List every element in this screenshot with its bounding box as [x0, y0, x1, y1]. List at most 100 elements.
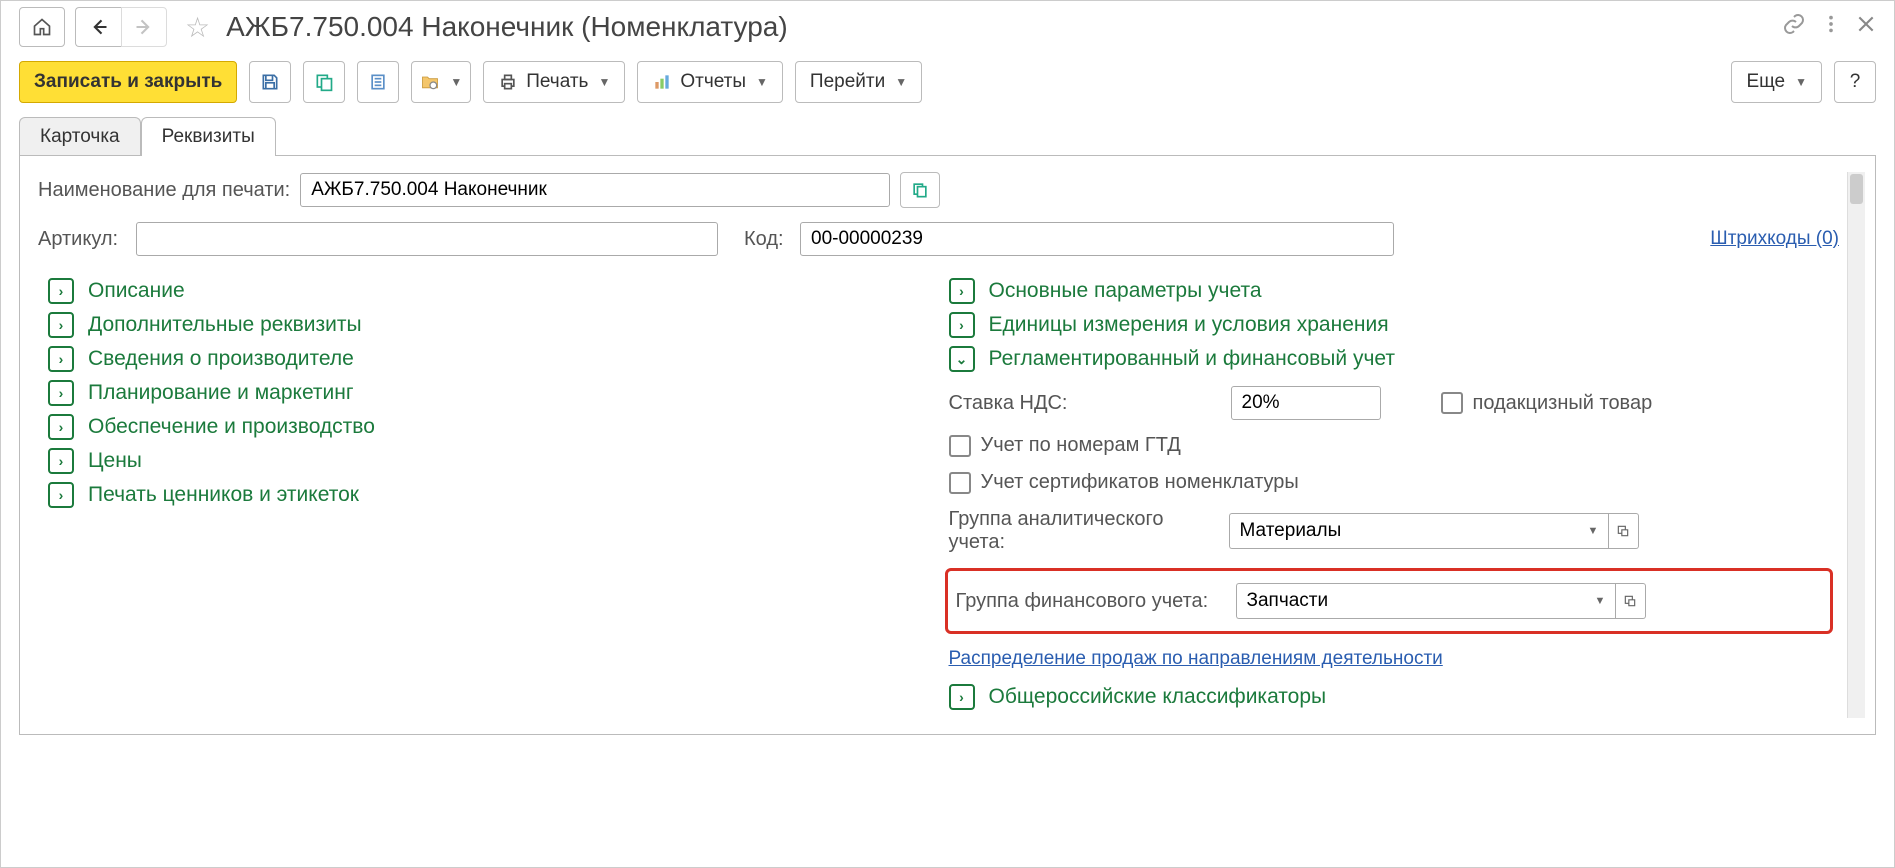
expand-icon[interactable]: › — [949, 278, 975, 304]
anal-group-input[interactable] — [1229, 513, 1579, 549]
section-description[interactable]: › Описание — [48, 278, 929, 304]
caret-down-icon: ▼ — [1795, 75, 1807, 89]
sales-dist-link[interactable]: Распределение продаж по направлениям дея… — [949, 648, 1443, 670]
save-button[interactable] — [249, 61, 291, 103]
anal-group-row: Группа аналитического учета: ▼ — [949, 508, 1830, 554]
arrow-right-icon — [134, 17, 154, 37]
home-button[interactable] — [19, 7, 65, 47]
print-label: Печать — [526, 71, 588, 93]
section-extra-props[interactable]: › Дополнительные реквизиты — [48, 312, 929, 338]
section-price-tags[interactable]: › Печать ценников и этикеток — [48, 482, 929, 508]
section-units[interactable]: › Единицы измерения и условия хранения — [949, 312, 1830, 338]
anal-group-select: ▼ — [1229, 513, 1639, 549]
print-button[interactable]: Печать ▼ — [483, 61, 625, 103]
menu-dots-icon[interactable] — [1820, 13, 1842, 42]
section-planning[interactable]: › Планирование и маркетинг — [48, 380, 929, 406]
fin-group-input[interactable] — [1236, 583, 1586, 619]
article-code-row: Артикул: Код: Штрихкоды (0) — [38, 222, 1839, 256]
caret-down-icon: ▼ — [450, 75, 462, 89]
expand-icon[interactable]: › — [48, 346, 74, 372]
section-label: Основные параметры учета — [989, 279, 1262, 303]
open-button[interactable] — [1616, 583, 1646, 619]
section-label: Общероссийские классификаторы — [989, 685, 1327, 709]
collapse-icon[interactable]: ⌄ — [949, 346, 975, 372]
print-name-input[interactable] — [300, 173, 890, 207]
article-input[interactable] — [136, 222, 718, 256]
back-button[interactable] — [75, 7, 121, 47]
barcodes-link[interactable]: Штрихкоды (0) — [1710, 228, 1839, 250]
save-close-button[interactable]: Записать и закрыть — [19, 61, 237, 103]
close-icon[interactable] — [1856, 13, 1876, 41]
cert-row: Учет сертификатов номенклатуры — [949, 471, 1830, 494]
open-button[interactable] — [1609, 513, 1639, 549]
section-label: Обеспечение и производство — [88, 415, 375, 439]
caret-down-icon: ▼ — [598, 75, 610, 89]
home-icon — [32, 17, 52, 37]
reports-button[interactable]: Отчеты ▼ — [637, 61, 783, 103]
copy-button[interactable] — [303, 61, 345, 103]
tab-props[interactable]: Реквизиты — [141, 117, 276, 156]
dropdown-button[interactable]: ▼ — [1579, 513, 1609, 549]
caret-down-icon: ▼ — [756, 75, 768, 89]
floppy-icon — [260, 72, 280, 92]
dropdown-button[interactable]: ▼ — [1586, 583, 1616, 619]
folder-button[interactable]: ▼ — [411, 61, 471, 103]
section-classifiers[interactable]: › Общероссийские классификаторы — [949, 684, 1830, 710]
section-prices[interactable]: › Цены — [48, 448, 929, 474]
vertical-scrollbar[interactable] — [1847, 172, 1865, 718]
gtd-label[interactable]: Учет по номерам ГТД — [981, 434, 1181, 457]
sales-dist-row: Распределение продаж по направлениям дея… — [949, 648, 1830, 670]
expand-icon[interactable]: › — [949, 684, 975, 710]
tab-bar: Карточка Реквизиты — [1, 117, 1894, 156]
print-name-action-button[interactable] — [900, 172, 940, 208]
tab-card[interactable]: Карточка — [19, 117, 141, 156]
chart-icon — [652, 72, 672, 92]
forward-button[interactable] — [121, 7, 167, 47]
vat-label: Ставка НДС: — [949, 392, 1221, 415]
list-button[interactable] — [357, 61, 399, 103]
section-label: Сведения о производителе — [88, 347, 354, 371]
goto-label: Перейти — [810, 71, 885, 93]
left-column: › Описание › Дополнительные реквизиты › … — [38, 270, 939, 718]
header-bar: ☆ АЖБ7.750.004 Наконечник (Номенклатура) — [1, 1, 1894, 53]
gtd-checkbox[interactable] — [949, 435, 971, 457]
expand-icon[interactable]: › — [48, 482, 74, 508]
vat-input[interactable] — [1231, 386, 1381, 420]
section-production[interactable]: › Обеспечение и производство — [48, 414, 929, 440]
goto-button[interactable]: Перейти ▼ — [795, 61, 922, 103]
section-main-params[interactable]: › Основные параметры учета — [949, 278, 1830, 304]
help-button[interactable]: ? — [1834, 61, 1876, 103]
section-reg-fin[interactable]: ⌄ Регламентированный и финансовый учет — [949, 346, 1830, 372]
excise-checkbox[interactable] — [1441, 392, 1463, 414]
tab-props-label: Реквизиты — [162, 126, 255, 147]
more-label: Еще — [1746, 71, 1785, 93]
arrow-left-icon — [89, 17, 109, 37]
excise-label[interactable]: подакцизный товар — [1473, 392, 1653, 415]
section-label: Печать ценников и этикеток — [88, 483, 359, 507]
section-manufacturer[interactable]: › Сведения о производителе — [48, 346, 929, 372]
header-actions — [1782, 12, 1876, 43]
copy-small-icon — [910, 180, 930, 200]
expand-icon[interactable]: › — [48, 278, 74, 304]
section-label: Планирование и маркетинг — [88, 381, 354, 405]
copy-icon — [314, 72, 334, 92]
code-input[interactable] — [800, 222, 1394, 256]
reports-label: Отчеты — [680, 71, 746, 93]
toolbar-right: Еще ▼ ? — [1731, 61, 1876, 103]
gtd-row: Учет по номерам ГТД — [949, 434, 1830, 457]
section-label: Единицы измерения и условия хранения — [989, 313, 1389, 337]
cert-checkbox[interactable] — [949, 472, 971, 494]
expand-icon[interactable]: › — [48, 448, 74, 474]
cert-label[interactable]: Учет сертификатов номенклатуры — [981, 471, 1299, 494]
tab-content: Наименование для печати: Артикул: Код: Ш… — [19, 155, 1876, 735]
fin-group-select: ▼ — [1236, 583, 1646, 619]
expand-icon[interactable]: › — [48, 414, 74, 440]
link-icon[interactable] — [1782, 12, 1806, 43]
expand-icon[interactable]: › — [949, 312, 975, 338]
scrollbar-thumb[interactable] — [1850, 174, 1863, 204]
open-icon — [1623, 594, 1637, 608]
expand-icon[interactable]: › — [48, 380, 74, 406]
more-button[interactable]: Еще ▼ — [1731, 61, 1822, 103]
favorite-star-icon[interactable]: ☆ — [185, 11, 210, 44]
expand-icon[interactable]: › — [48, 312, 74, 338]
